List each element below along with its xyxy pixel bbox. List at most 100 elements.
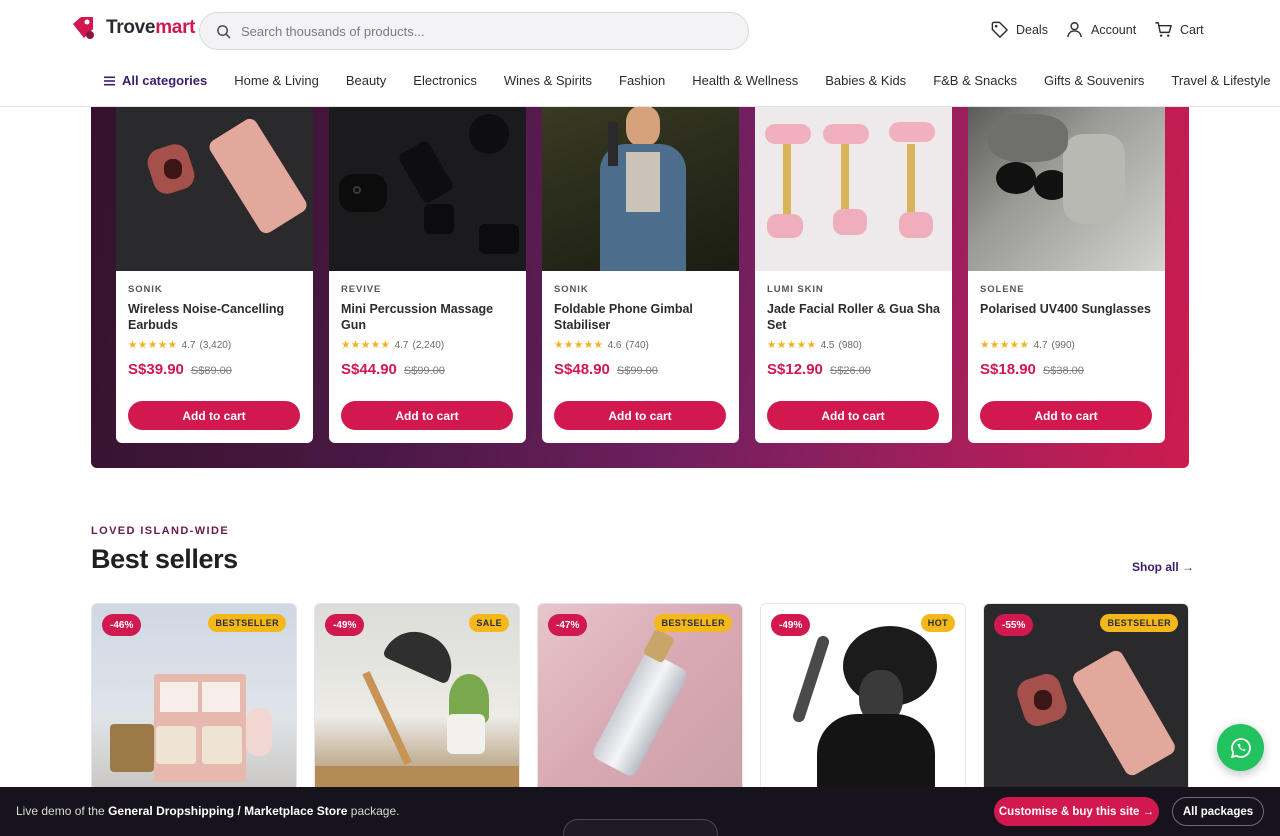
product-image-gimbal	[542, 104, 739, 271]
product-price: S$44.90	[341, 361, 397, 378]
add-to-cart-button[interactable]: Add to cart	[554, 401, 726, 430]
product-price: S$48.90	[554, 361, 610, 378]
logo-tag-icon	[73, 17, 94, 39]
demo-text: Live demo of the General Dropshipping / …	[16, 804, 400, 818]
product-name[interactable]: Wireless Noise-Cancelling Earbuds	[128, 301, 301, 333]
search-icon	[217, 24, 231, 38]
floating-toolbar-pill[interactable]	[563, 819, 718, 836]
product-card[interactable]: LUMI SKIN Jade Facial Roller & Gua Sha S…	[755, 104, 952, 443]
product-old-price: S$99.00	[403, 365, 445, 377]
category-fashion[interactable]: Fashion	[619, 73, 665, 88]
product-rating: ★★★★★ 4.7 (3,420)	[128, 339, 232, 351]
account-link[interactable]: Account	[1065, 20, 1136, 39]
category-health-wellness[interactable]: Health & Wellness	[692, 73, 798, 88]
stars-icon: ★★★★★	[554, 339, 604, 351]
user-icon	[1067, 22, 1082, 38]
bestseller-card[interactable]: -49% SALE	[314, 603, 520, 793]
status-badge: BESTSELLER	[208, 614, 286, 632]
product-name[interactable]: Polarised UV400 Sunglasses	[980, 301, 1153, 333]
product-rating: ★★★★★ 4.5 (980)	[767, 339, 862, 351]
tag-icon	[991, 21, 1008, 38]
deals-link[interactable]: Deals	[990, 20, 1048, 39]
account-label: Account	[1091, 22, 1137, 37]
category-travel-lifestyle[interactable]: Travel & Lifestyle	[1171, 73, 1270, 88]
product-brand: SONIK	[554, 284, 589, 295]
category-nav: All categories Home & Living Beauty Elec…	[104, 73, 1271, 88]
shop-all-link[interactable]: Shop all →	[1132, 560, 1194, 574]
logo-text: Trovemart	[106, 17, 196, 38]
product-old-price: S$99.00	[616, 365, 658, 377]
stars-icon: ★★★★★	[341, 339, 391, 351]
add-to-cart-button[interactable]: Add to cart	[980, 401, 1152, 430]
product-image-sunglasses	[968, 104, 1165, 271]
product-brand: LUMI SKIN	[767, 284, 824, 295]
product-brand: SOLENE	[980, 284, 1025, 295]
bestseller-card[interactable]: -49% HOT	[760, 603, 966, 793]
site-header: Trovemart Deals Account Cart All categor…	[0, 0, 1280, 107]
section-title: Best sellers	[91, 544, 238, 574]
status-badge: BESTSELLER	[654, 614, 732, 632]
category-home-living[interactable]: Home & Living	[234, 73, 319, 88]
product-card[interactable]: SOLENE Polarised UV400 Sunglasses ★★★★★ 4…	[968, 104, 1165, 443]
product-image-earbuds	[116, 104, 313, 271]
product-image-massage-gun	[329, 104, 526, 271]
cart-icon	[1155, 22, 1172, 37]
category-gifts-souvenirs[interactable]: Gifts & Souvenirs	[1044, 73, 1144, 88]
stars-icon: ★★★★★	[128, 339, 178, 351]
whatsapp-chat-button[interactable]	[1217, 724, 1264, 771]
product-brand: SONIK	[128, 284, 163, 295]
bestseller-card[interactable]: -46% BESTSELLER	[91, 603, 297, 793]
product-old-price: S$89.00	[190, 365, 232, 377]
stars-icon: ★★★★★	[767, 339, 817, 351]
status-badge: HOT	[920, 614, 955, 632]
discount-badge: -49%	[325, 614, 365, 636]
product-rating: ★★★★★ 4.7 (990)	[980, 339, 1075, 351]
category-babies-kids[interactable]: Babies & Kids	[825, 73, 906, 88]
product-old-price: S$38.00	[1042, 365, 1084, 377]
add-to-cart-button[interactable]: Add to cart	[341, 401, 513, 430]
product-name[interactable]: Mini Percussion Massage Gun	[341, 301, 514, 333]
category-fb-snacks[interactable]: F&B & Snacks	[933, 73, 1017, 88]
cart-link[interactable]: Cart	[1154, 20, 1204, 39]
category-electronics[interactable]: Electronics	[413, 73, 477, 88]
all-packages-button[interactable]: All packages	[1172, 797, 1264, 826]
product-card[interactable]: SONIK Wireless Noise-Cancelling Earbuds …	[116, 104, 313, 443]
product-rating: ★★★★★ 4.6 (740)	[554, 339, 649, 351]
product-rating: ★★★★★ 4.7 (2,240)	[341, 339, 445, 351]
category-beauty[interactable]: Beauty	[346, 73, 386, 88]
all-categories-label: All categories	[122, 73, 208, 88]
bestseller-card[interactable]: -55% BESTSELLER	[983, 603, 1189, 793]
add-to-cart-button[interactable]: Add to cart	[128, 401, 300, 430]
discount-badge: -55%	[994, 614, 1034, 636]
product-name[interactable]: Jade Facial Roller & Gua Sha Set	[767, 301, 940, 333]
customise-buy-button[interactable]: Customise & buy this site →	[994, 797, 1159, 826]
search-bar	[199, 12, 749, 50]
search-input[interactable]	[241, 23, 721, 39]
status-badge: BESTSELLER	[1100, 614, 1178, 632]
product-price: S$18.90	[980, 361, 1036, 378]
whatsapp-icon	[1230, 737, 1251, 758]
product-card[interactable]: SONIK Foldable Phone Gimbal Stabiliser ★…	[542, 104, 739, 443]
section-eyebrow: LOVED ISLAND-WIDE	[91, 525, 230, 537]
discount-badge: -49%	[771, 614, 811, 636]
deals-label: Deals	[1016, 22, 1048, 37]
logo[interactable]: Trovemart	[70, 14, 195, 42]
product-old-price: S$26.00	[829, 365, 871, 377]
all-categories-button[interactable]: All categories	[104, 73, 207, 88]
product-price: S$39.90	[128, 361, 184, 378]
status-badge: SALE	[469, 614, 509, 632]
product-card[interactable]: REVIVE Mini Percussion Massage Gun ★★★★★…	[329, 104, 526, 443]
discount-badge: -47%	[548, 614, 588, 636]
page: Trovemart Deals Account Cart All categor…	[0, 0, 1280, 836]
cart-label: Cart	[1180, 22, 1204, 37]
category-wines-spirits[interactable]: Wines & Spirits	[504, 73, 592, 88]
stars-icon: ★★★★★	[980, 339, 1030, 351]
product-price: S$12.90	[767, 361, 823, 378]
add-to-cart-button[interactable]: Add to cart	[767, 401, 939, 430]
menu-icon	[104, 76, 115, 85]
bestseller-card[interactable]: -47% BESTSELLER	[537, 603, 743, 793]
discount-badge: -46%	[102, 614, 142, 636]
product-brand: REVIVE	[341, 284, 382, 295]
product-name[interactable]: Foldable Phone Gimbal Stabiliser	[554, 301, 727, 333]
product-image-facial-roller	[755, 104, 952, 271]
